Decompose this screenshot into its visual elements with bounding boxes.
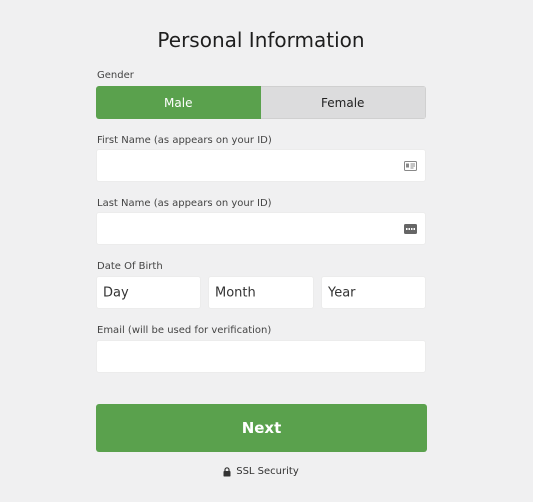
gender-toggle: Male Female — [96, 86, 426, 119]
next-button[interactable]: Next — [96, 404, 427, 452]
dob-month-placeholder: Month — [215, 285, 256, 300]
page-title: Personal Information — [157, 28, 365, 52]
lock-icon — [223, 466, 231, 476]
dob-month-field[interactable]: Month — [208, 276, 314, 309]
dob-day-field[interactable]: Day — [96, 276, 201, 309]
last-name-input[interactable] — [96, 212, 426, 245]
contact-card-icon — [404, 223, 417, 234]
gender-label: Gender — [97, 70, 134, 81]
email-label: Email (will be used for verification) — [97, 325, 272, 336]
gender-option-female[interactable]: Female — [260, 86, 426, 119]
first-name-label: First Name (as appears on your ID) — [97, 135, 272, 146]
ssl-security-note: SSL Security — [0, 466, 522, 477]
id-card-icon — [404, 160, 417, 171]
gender-option-male[interactable]: Male — [96, 86, 261, 119]
dob-year-field[interactable]: Year — [321, 276, 426, 309]
dob-label: Date Of Birth — [97, 261, 163, 272]
dob-day-placeholder: Day — [103, 285, 129, 300]
first-name-input[interactable] — [96, 149, 426, 182]
ssl-security-label: SSL Security — [236, 466, 299, 477]
email-input[interactable] — [96, 340, 426, 373]
last-name-label: Last Name (as appears on your ID) — [97, 198, 272, 209]
personal-info-page: Personal Information Gender Male Female … — [0, 0, 533, 502]
dob-year-placeholder: Year — [328, 285, 356, 300]
